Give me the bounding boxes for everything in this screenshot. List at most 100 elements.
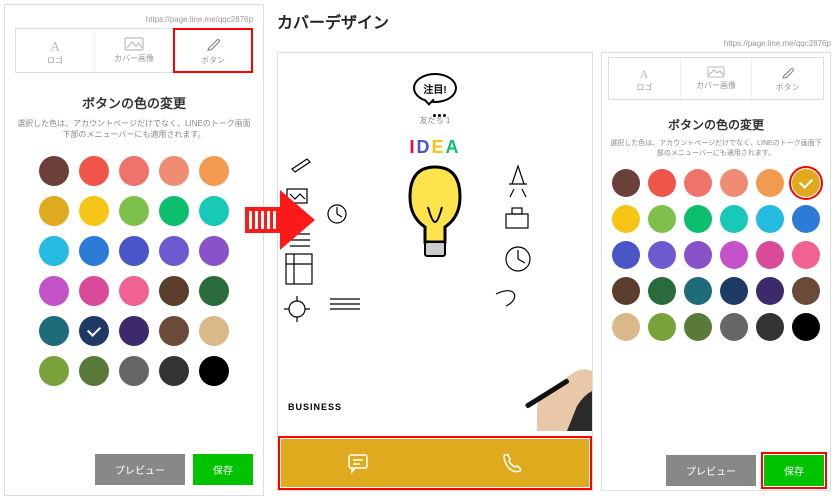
color-swatch[interactable] (720, 169, 748, 197)
color-swatch[interactable] (612, 241, 640, 269)
svg-text:A: A (640, 67, 649, 80)
color-swatch[interactable] (648, 313, 676, 341)
color-swatch[interactable] (199, 316, 229, 346)
color-swatch[interactable] (39, 196, 69, 226)
color-swatch[interactable] (159, 196, 189, 226)
footer-buttons: プレビュー 保存 (15, 444, 253, 485)
color-swatches-left (15, 156, 253, 386)
color-swatch[interactable] (119, 236, 149, 266)
page-url: https://page.line.me/qqc2876p (277, 39, 831, 48)
color-swatch[interactable] (720, 205, 748, 233)
tabs: A ロゴ カバー画像 ボタン (15, 28, 253, 73)
color-swatch[interactable] (79, 236, 109, 266)
footer-buttons: プレビュー 保存 (608, 445, 824, 486)
save-button[interactable]: 保存 (193, 454, 253, 485)
color-swatch[interactable] (648, 169, 676, 197)
color-swatch[interactable] (39, 316, 69, 346)
color-swatch[interactable] (199, 236, 229, 266)
brush-icon (205, 37, 221, 53)
color-swatch[interactable] (39, 276, 69, 306)
section-title: ボタンの色の変更 (15, 93, 253, 112)
color-swatch[interactable] (612, 313, 640, 341)
color-swatch[interactable] (612, 169, 640, 197)
tab-label: カバー画像 (681, 80, 752, 91)
color-swatch[interactable] (684, 241, 712, 269)
color-swatch[interactable] (159, 316, 189, 346)
color-swatch[interactable] (199, 196, 229, 226)
image-icon (124, 37, 144, 51)
color-swatch[interactable] (756, 205, 784, 233)
color-swatch[interactable] (648, 277, 676, 305)
brush-icon (781, 66, 795, 80)
color-swatch[interactable] (756, 169, 784, 197)
color-swatch[interactable] (159, 356, 189, 386)
color-swatch[interactable] (119, 156, 149, 186)
color-swatch[interactable] (612, 277, 640, 305)
tab-label: ロゴ (609, 82, 680, 93)
business-label: BUSINESS (288, 402, 342, 412)
color-swatch[interactable] (792, 277, 820, 305)
color-swatches-right (608, 169, 824, 341)
right-picker-panel: A ロゴ カバー画像 ボタン ボタンの色の変更 選択した色は、アカウントページだ… (601, 52, 831, 491)
tab-button[interactable]: ボタン (752, 58, 823, 99)
svg-text:A: A (50, 40, 61, 53)
call-icon-btn[interactable] (435, 439, 589, 487)
color-swatch[interactable] (792, 169, 820, 197)
color-swatch[interactable] (159, 276, 189, 306)
chat-icon-btn[interactable] (281, 439, 435, 487)
color-swatch[interactable] (79, 196, 109, 226)
color-swatch[interactable] (648, 205, 676, 233)
color-swatch[interactable] (756, 277, 784, 305)
color-swatch[interactable] (792, 313, 820, 341)
color-swatch[interactable] (720, 277, 748, 305)
color-swatch[interactable] (39, 356, 69, 386)
preview-button[interactable]: プレビュー (666, 455, 756, 486)
color-swatch[interactable] (612, 205, 640, 233)
color-swatch[interactable] (792, 241, 820, 269)
doodles-icon (282, 154, 542, 334)
logo-letter-icon: A (636, 66, 652, 80)
image-icon (707, 66, 725, 78)
color-swatch[interactable] (79, 316, 109, 346)
tab-cover-image[interactable]: カバー画像 (95, 29, 174, 72)
color-swatch[interactable] (79, 276, 109, 306)
color-swatch[interactable] (199, 276, 229, 306)
color-swatch[interactable] (39, 156, 69, 186)
color-swatch[interactable] (756, 241, 784, 269)
tab-label: ロゴ (16, 55, 94, 66)
color-swatch[interactable] (684, 313, 712, 341)
color-swatch[interactable] (756, 313, 784, 341)
color-swatch[interactable] (159, 236, 189, 266)
tab-logo[interactable]: A ロゴ (609, 58, 681, 99)
color-swatch[interactable] (119, 316, 149, 346)
tab-logo[interactable]: A ロゴ (16, 29, 95, 72)
color-swatch[interactable] (79, 356, 109, 386)
speech-bubble-icon: 注目! (413, 73, 457, 109)
color-swatch[interactable] (684, 277, 712, 305)
color-swatch[interactable] (792, 205, 820, 233)
color-swatch[interactable] (720, 313, 748, 341)
color-swatch[interactable] (684, 169, 712, 197)
save-button[interactable]: 保存 (764, 455, 824, 486)
arrow-icon (245, 185, 315, 255)
left-panel: https://page.line.me/qqc2876p A ロゴ カバー画像… (4, 4, 264, 496)
color-swatch[interactable] (199, 356, 229, 386)
tab-cover-image[interactable]: カバー画像 (681, 58, 753, 99)
color-swatch[interactable] (720, 241, 748, 269)
tab-label: ボタン (174, 55, 252, 66)
preview-button[interactable]: プレビュー (95, 454, 185, 485)
section-title: ボタンの色の変更 (608, 116, 824, 133)
color-swatch[interactable] (684, 205, 712, 233)
color-swatch[interactable] (648, 241, 676, 269)
tabs: A ロゴ カバー画像 ボタン (608, 57, 824, 100)
color-swatch[interactable] (159, 156, 189, 186)
color-swatch[interactable] (119, 356, 149, 386)
color-swatch[interactable] (79, 156, 109, 186)
color-swatch[interactable] (199, 156, 229, 186)
color-swatch[interactable] (119, 196, 149, 226)
color-swatch[interactable] (39, 236, 69, 266)
color-swatch[interactable] (119, 276, 149, 306)
hand-drawing-icon (512, 351, 592, 431)
section-desc: 選択した色は、アカウントページだけでなく、LINEのトーク画面下部のメニューバー… (608, 139, 824, 159)
tab-button[interactable]: ボタン (174, 29, 252, 72)
